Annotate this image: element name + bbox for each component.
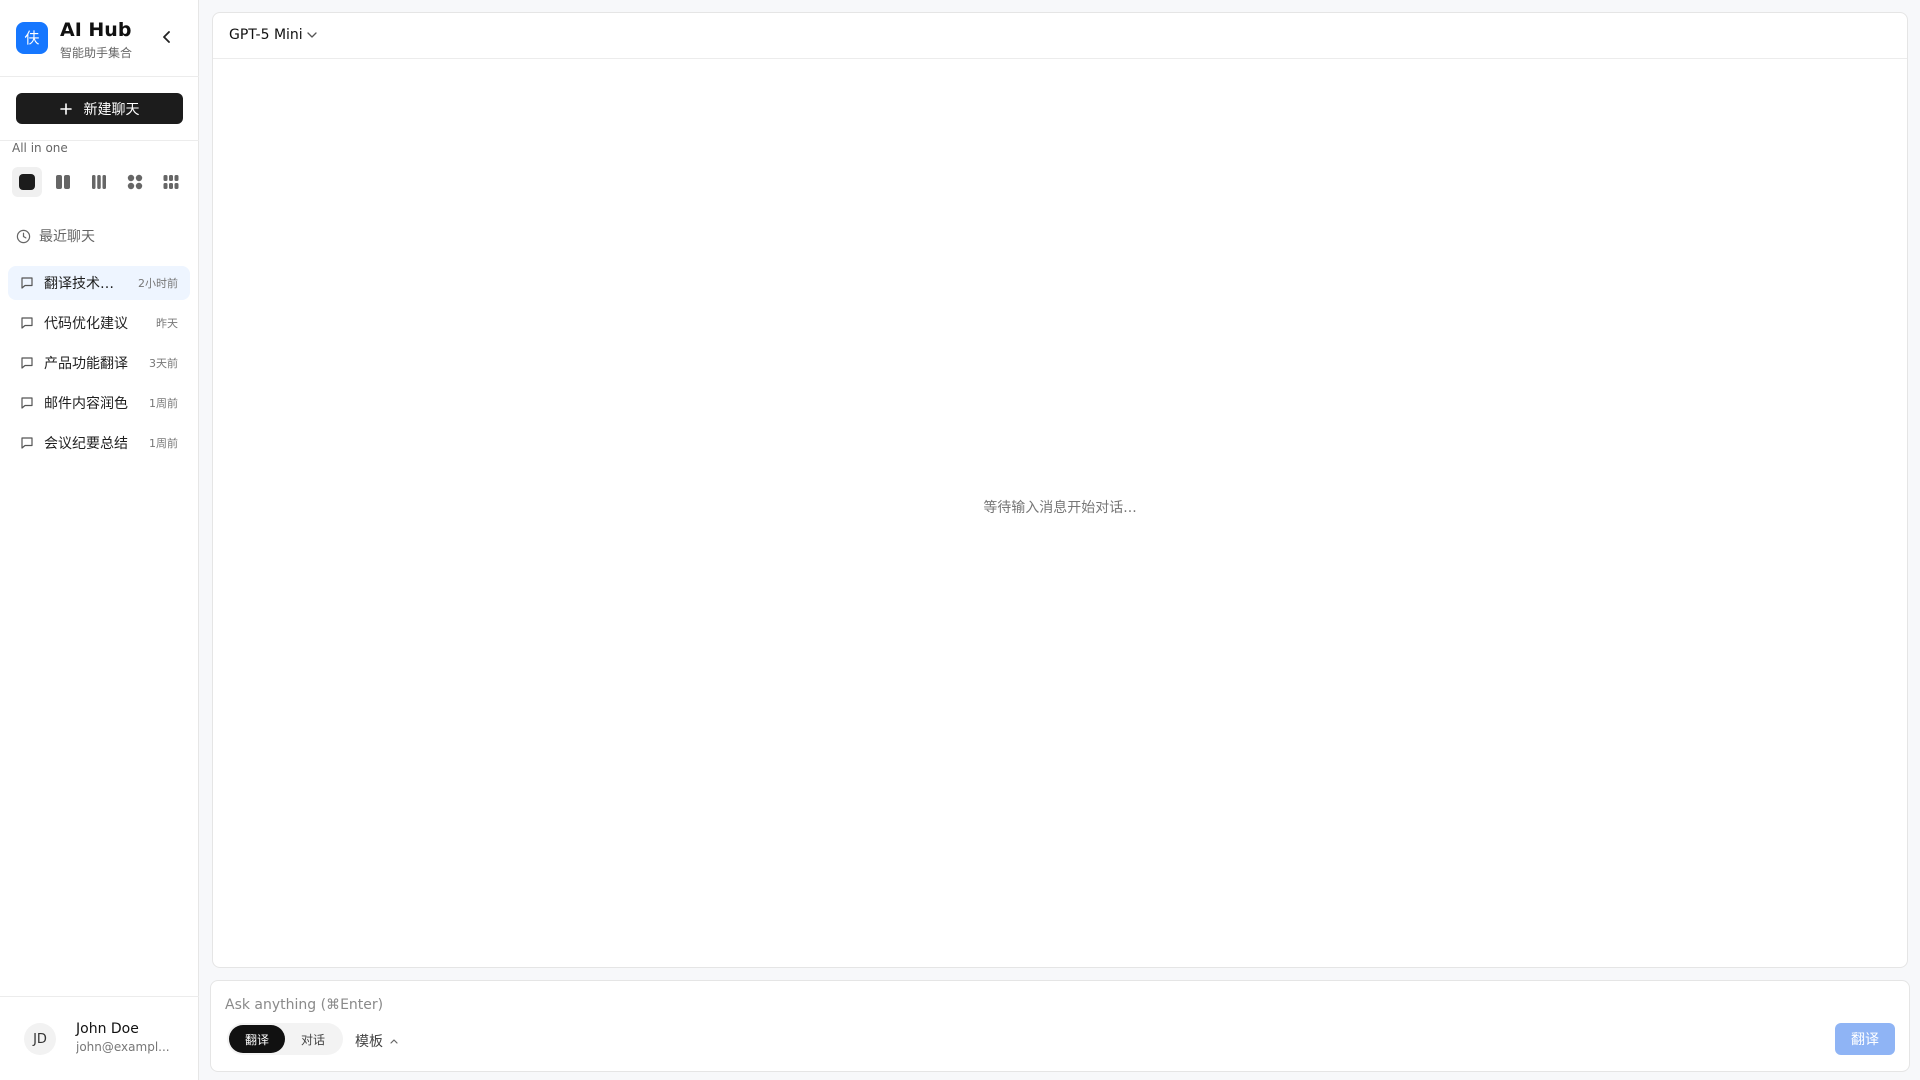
chevron-up-icon — [390, 1039, 398, 1044]
clock-icon — [16, 229, 31, 243]
message-icon — [20, 356, 34, 370]
chat-list: 翻译技术… 2小时前 代码优化建议 昨天 产品功能翻译 3天前 邮件内容润色 1… — [8, 266, 190, 466]
layout-three-column-icon — [92, 175, 106, 189]
brand-title: AI Hub — [60, 19, 132, 41]
recent-chats-label: 最近聊天 — [39, 229, 95, 245]
layout-single-button[interactable] — [12, 167, 42, 197]
app-root: 伕 AI Hub 智能助手集合 新建聊天 All in one 最近聊天 翻译技… — [0, 0, 1920, 1080]
layout-label: All in one — [12, 141, 68, 155]
sidebar: 伕 AI Hub 智能助手集合 新建聊天 All in one 最近聊天 翻译技… — [0, 0, 199, 1080]
user-email: john@exampl... — [76, 1040, 170, 1054]
divider — [0, 76, 199, 77]
recent-chats-header: 最近聊天 — [16, 226, 95, 246]
chat-title: 翻译技术… — [44, 276, 114, 292]
layout-three-column-button[interactable] — [84, 167, 114, 197]
chat-title: 产品功能翻译 — [44, 356, 128, 372]
chat-time: 昨天 — [156, 317, 178, 330]
chat-time: 1周前 — [149, 397, 178, 410]
layout-switcher — [12, 167, 186, 197]
user-profile[interactable]: JD John Doe john@exampl... — [0, 996, 199, 1080]
chat-panel: GPT-5 Mini 等待输入消息开始对话... — [212, 12, 1908, 968]
chat-time: 2小时前 — [138, 277, 178, 290]
layout-grid-six-icon — [163, 175, 179, 189]
chat-list-item[interactable]: 会议纪要总结 1周前 — [8, 426, 190, 460]
avatar: JD — [24, 1023, 56, 1055]
brand-logo-icon: 伕 — [16, 22, 48, 54]
mode-translate-button[interactable]: 翻译 — [229, 1025, 286, 1053]
chat-list-item[interactable]: 产品功能翻译 3天前 — [8, 346, 190, 380]
layout-grid-four-button[interactable] — [120, 167, 150, 197]
chat-time: 3天前 — [149, 357, 178, 370]
chevron-down-icon — [307, 32, 317, 38]
template-button[interactable]: 模板 — [355, 1031, 399, 1051]
mode-chat-button[interactable]: 对话 — [285, 1025, 341, 1053]
template-label: 模板 — [355, 1034, 383, 1050]
layout-two-column-button[interactable] — [48, 167, 78, 197]
layout-single-icon — [19, 174, 35, 190]
chat-list-item[interactable]: 代码优化建议 昨天 — [8, 306, 190, 340]
plus-icon — [59, 102, 72, 115]
layout-two-column-icon — [56, 175, 70, 189]
message-icon — [20, 316, 34, 330]
model-name: GPT-5 Mini — [229, 27, 303, 43]
chat-list-item[interactable]: 翻译技术… 2小时前 — [8, 266, 190, 300]
chat-title: 代码优化建议 — [44, 316, 128, 332]
panel-header: GPT-5 Mini — [213, 13, 1907, 59]
chat-title: 邮件内容润色 — [44, 396, 128, 412]
chat-time: 1周前 — [149, 437, 178, 450]
svg-text:伕: 伕 — [24, 29, 39, 47]
user-name: John Doe — [76, 1021, 139, 1037]
message-icon — [20, 276, 34, 290]
new-chat-label: 新建聊天 — [83, 101, 140, 118]
empty-state-message: 等待输入消息开始对话... — [983, 500, 1137, 516]
layout-grid-six-button[interactable] — [156, 167, 186, 197]
send-button[interactable]: 翻译 — [1835, 1023, 1895, 1055]
composer: 翻译 对话 模板 翻译 — [210, 980, 1910, 1072]
layout-grid-four-icon — [127, 174, 143, 190]
new-chat-button[interactable]: 新建聊天 — [16, 93, 183, 124]
mode-switch: 翻译 对话 — [227, 1023, 344, 1055]
chevron-left-icon — [163, 31, 170, 43]
message-icon — [20, 436, 34, 450]
chat-title: 会议纪要总结 — [44, 436, 128, 452]
message-icon — [20, 396, 34, 410]
model-selector[interactable]: GPT-5 Mini — [229, 27, 317, 43]
chat-list-item[interactable]: 邮件内容润色 1周前 — [8, 386, 190, 420]
brand-subtitle: 智能助手集合 — [60, 46, 133, 60]
message-input[interactable] — [225, 993, 1425, 1017]
collapse-sidebar-button[interactable] — [158, 28, 176, 46]
